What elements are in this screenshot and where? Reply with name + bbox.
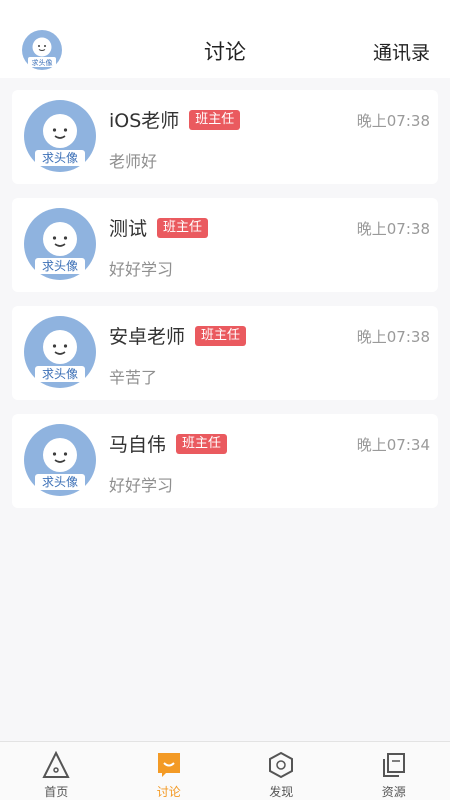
tab-label: 资源 — [381, 785, 406, 799]
avatar-caption: 求头像 — [42, 151, 78, 165]
message-time: 晚上07:38 — [356, 112, 430, 130]
message-time: 晚上07:38 — [356, 328, 430, 346]
contact-name: iOS老师 — [109, 110, 180, 132]
conversation-item[interactable]: 求头像 测试 班主任 晚上07:38 好好学习 — [12, 198, 438, 292]
contact-name: 测试 — [109, 218, 148, 240]
last-message: 老师好 — [109, 152, 158, 171]
avatar-icon: 求头像 — [24, 100, 96, 172]
avatar-icon: 求头像 — [24, 208, 96, 280]
avatar-icon: 求头像 — [24, 316, 96, 388]
avatar-caption: 求头像 — [42, 475, 78, 489]
avatar-caption: 求头像 — [42, 367, 78, 381]
top-bar: 求头像 讨论 通讯录 — [0, 0, 450, 78]
conversation-item[interactable]: 求头像 马自伟 班主任 晚上07:34 好好学习 — [12, 414, 438, 508]
tab-label: 讨论 — [156, 785, 181, 799]
message-time: 晚上07:34 — [356, 436, 430, 454]
avatar-caption: 求头像 — [42, 259, 78, 273]
tab-home[interactable]: 首页 — [0, 742, 113, 800]
conversation-list: 求头像 iOS老师 班主任 晚上07:38 老师好 求头像 测试 班主任 晚上0… — [12, 90, 438, 522]
role-badge: 班主任 — [189, 109, 241, 130]
resources-stack-icon — [379, 750, 409, 779]
role-badge: 班主任 — [157, 217, 209, 238]
bottom-tab-bar: 首页 讨论 发现 资源 — [0, 741, 450, 800]
last-message: 好好学习 — [109, 260, 174, 279]
avatar-icon: 求头像 — [24, 424, 96, 496]
conversation-item[interactable]: 求头像 安卓老师 班主任 晚上07:38 辛苦了 — [12, 306, 438, 400]
contact-name: 马自伟 — [109, 434, 167, 456]
contacts-button[interactable]: 通讯录 — [373, 38, 430, 65]
role-badge: 班主任 — [176, 433, 228, 454]
home-triangle-icon — [41, 750, 71, 779]
tab-resources[interactable]: 资源 — [338, 742, 450, 800]
tab-label: 发现 — [269, 785, 294, 799]
last-message: 辛苦了 — [109, 368, 158, 387]
discover-hexagon-icon — [266, 750, 296, 779]
tab-discover[interactable]: 发现 — [225, 742, 338, 800]
tab-discussion[interactable]: 讨论 — [113, 742, 226, 800]
tab-label: 首页 — [44, 785, 69, 799]
message-time: 晚上07:38 — [356, 220, 430, 238]
last-message: 好好学习 — [109, 476, 174, 495]
contact-name: 安卓老师 — [109, 326, 186, 348]
conversation-item[interactable]: 求头像 iOS老师 班主任 晚上07:38 老师好 — [12, 90, 438, 184]
role-badge: 班主任 — [195, 325, 247, 346]
chat-bubble-icon — [154, 750, 184, 779]
